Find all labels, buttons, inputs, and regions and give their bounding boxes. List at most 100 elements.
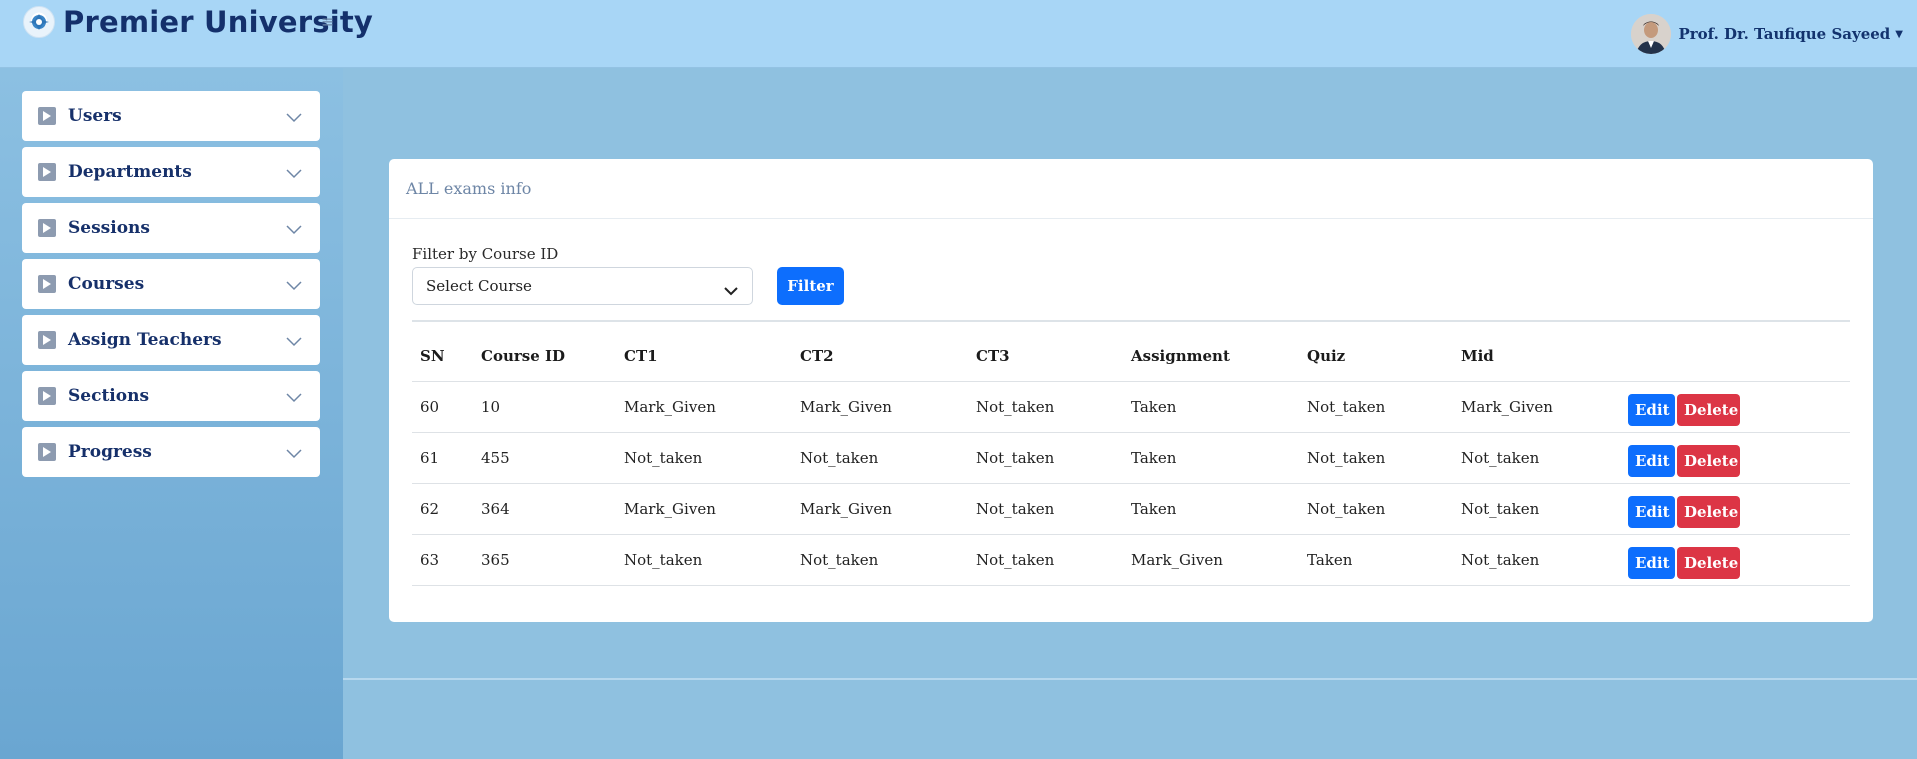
play-icon bbox=[38, 387, 56, 405]
chevron-down-icon bbox=[724, 282, 738, 300]
footer-divider bbox=[343, 678, 1917, 680]
card-header: ALL exams info bbox=[389, 159, 1873, 219]
row-actions: Edit Delete bbox=[1628, 533, 1850, 586]
delete-button[interactable]: Delete bbox=[1677, 393, 1740, 426]
user-menu[interactable]: Prof. Dr. Taufique Sayeed ▼ bbox=[1630, 14, 1903, 54]
sidebar-item-label: Progress bbox=[68, 442, 152, 462]
user-name: Prof. Dr. Taufique Sayeed bbox=[1678, 25, 1891, 43]
avatar bbox=[1630, 14, 1671, 54]
table-cell: Mark_Given bbox=[616, 380, 792, 432]
course-select-value: Select Course bbox=[426, 277, 532, 295]
table-cell: Not_taken bbox=[616, 533, 792, 586]
sidebar-item-label: Sessions bbox=[68, 218, 150, 238]
table-cell: 61 bbox=[412, 431, 473, 483]
exams-card: ALL exams info Filter by Course ID Selec… bbox=[389, 159, 1873, 622]
chevron-down-icon bbox=[286, 108, 302, 127]
column-header: Assignment bbox=[1131, 346, 1230, 365]
column-header: CT2 bbox=[800, 346, 834, 365]
chevron-down-icon bbox=[286, 332, 302, 351]
card-title: ALL exams info bbox=[406, 179, 532, 198]
table-row: 60 10 Mark_Given Mark_Given Not_taken Ta… bbox=[412, 380, 1850, 432]
sidebar-item-progress[interactable]: Progress bbox=[22, 427, 320, 477]
edit-button[interactable]: Edit bbox=[1628, 546, 1675, 579]
table-cell: Not_taken bbox=[1299, 482, 1453, 534]
column-header: CT3 bbox=[976, 346, 1010, 365]
divider bbox=[412, 320, 1850, 322]
edit-button[interactable]: Edit bbox=[1628, 444, 1675, 477]
column-header: CT1 bbox=[624, 346, 658, 365]
table-cell: Taken bbox=[1123, 482, 1299, 534]
table-header-row: SN Course ID CT1 CT2 CT3 Assignment Quiz… bbox=[412, 331, 1850, 381]
table-row: 62 364 Mark_Given Mark_Given Not_taken T… bbox=[412, 482, 1850, 534]
exams-table: SN Course ID CT1 CT2 CT3 Assignment Quiz… bbox=[412, 331, 1850, 586]
sidebar-item-assign-teachers[interactable]: Assign Teachers bbox=[22, 315, 320, 365]
column-header: Quiz bbox=[1307, 346, 1346, 365]
delete-button[interactable]: Delete bbox=[1677, 444, 1740, 477]
sidebar-item-departments[interactable]: Departments bbox=[22, 147, 320, 197]
table-cell: 365 bbox=[473, 533, 616, 586]
sidebar-item-label: Sections bbox=[68, 386, 150, 406]
table-cell: Not_taken bbox=[968, 431, 1123, 483]
sidebar: Users Departments Sessions Courses Assig… bbox=[0, 68, 343, 759]
table-cell: Mark_Given bbox=[792, 380, 968, 432]
table-cell: Not_taken bbox=[1453, 482, 1628, 534]
table-cell: 10 bbox=[473, 380, 616, 432]
table-cell: Mark_Given bbox=[616, 482, 792, 534]
table-cell: 60 bbox=[412, 380, 473, 432]
row-actions: Edit Delete bbox=[1628, 482, 1850, 534]
table-cell: 62 bbox=[412, 482, 473, 534]
table-cell: Not_taken bbox=[1453, 431, 1628, 483]
filter-button[interactable]: Filter bbox=[777, 267, 844, 305]
table-cell: Mark_Given bbox=[792, 482, 968, 534]
hamburger-icon[interactable]: ≡ bbox=[321, 12, 334, 31]
table-cell: 455 bbox=[473, 431, 616, 483]
sidebar-item-label: Courses bbox=[68, 274, 145, 294]
table-cell: Not_taken bbox=[616, 431, 792, 483]
table-cell: Not_taken bbox=[1299, 380, 1453, 432]
chevron-down-icon bbox=[286, 388, 302, 407]
delete-button[interactable]: Delete bbox=[1677, 495, 1740, 528]
table-cell: Not_taken bbox=[792, 533, 968, 586]
edit-button[interactable]: Edit bbox=[1628, 495, 1675, 528]
caret-down-icon: ▼ bbox=[1895, 28, 1903, 40]
play-icon bbox=[38, 275, 56, 293]
university-logo-icon bbox=[23, 6, 55, 38]
sidebar-item-label: Users bbox=[68, 106, 122, 126]
course-select[interactable]: Select Course bbox=[412, 267, 753, 305]
chevron-down-icon bbox=[286, 164, 302, 183]
edit-button[interactable]: Edit bbox=[1628, 393, 1675, 426]
play-icon bbox=[38, 107, 56, 125]
filter-label: Filter by Course ID bbox=[412, 245, 559, 263]
table-cell: 63 bbox=[412, 533, 473, 586]
chevron-down-icon bbox=[286, 220, 302, 239]
play-icon bbox=[38, 219, 56, 237]
chevron-down-icon bbox=[286, 444, 302, 463]
column-header: Mid bbox=[1461, 346, 1494, 365]
table-cell: Not_taken bbox=[968, 482, 1123, 534]
column-header: Course ID bbox=[481, 346, 565, 365]
sidebar-item-label: Assign Teachers bbox=[68, 330, 222, 350]
row-actions: Edit Delete bbox=[1628, 380, 1850, 432]
sidebar-item-sections[interactable]: Sections bbox=[22, 371, 320, 421]
column-header-actions bbox=[1628, 331, 1850, 381]
table-cell: Mark_Given bbox=[1453, 380, 1628, 432]
play-icon bbox=[38, 331, 56, 349]
table-cell: Not_taken bbox=[968, 380, 1123, 432]
table-cell: Mark_Given bbox=[1123, 533, 1299, 586]
delete-button[interactable]: Delete bbox=[1677, 546, 1740, 579]
top-navbar: Premier University ≡ Prof. Dr. Taufique … bbox=[0, 0, 1917, 68]
table-cell: Not_taken bbox=[968, 533, 1123, 586]
table-cell: Not_taken bbox=[1299, 431, 1453, 483]
sidebar-item-label: Departments bbox=[68, 162, 192, 182]
sidebar-item-users[interactable]: Users bbox=[22, 91, 320, 141]
row-actions: Edit Delete bbox=[1628, 431, 1850, 483]
play-icon bbox=[38, 163, 56, 181]
table-row: 61 455 Not_taken Not_taken Not_taken Tak… bbox=[412, 431, 1850, 483]
table-cell: Taken bbox=[1123, 431, 1299, 483]
sidebar-item-sessions[interactable]: Sessions bbox=[22, 203, 320, 253]
chevron-down-icon bbox=[286, 276, 302, 295]
table-cell: Taken bbox=[1299, 533, 1453, 586]
table-cell: Taken bbox=[1123, 380, 1299, 432]
sidebar-item-courses[interactable]: Courses bbox=[22, 259, 320, 309]
table-row: 63 365 Not_taken Not_taken Not_taken Mar… bbox=[412, 533, 1850, 586]
